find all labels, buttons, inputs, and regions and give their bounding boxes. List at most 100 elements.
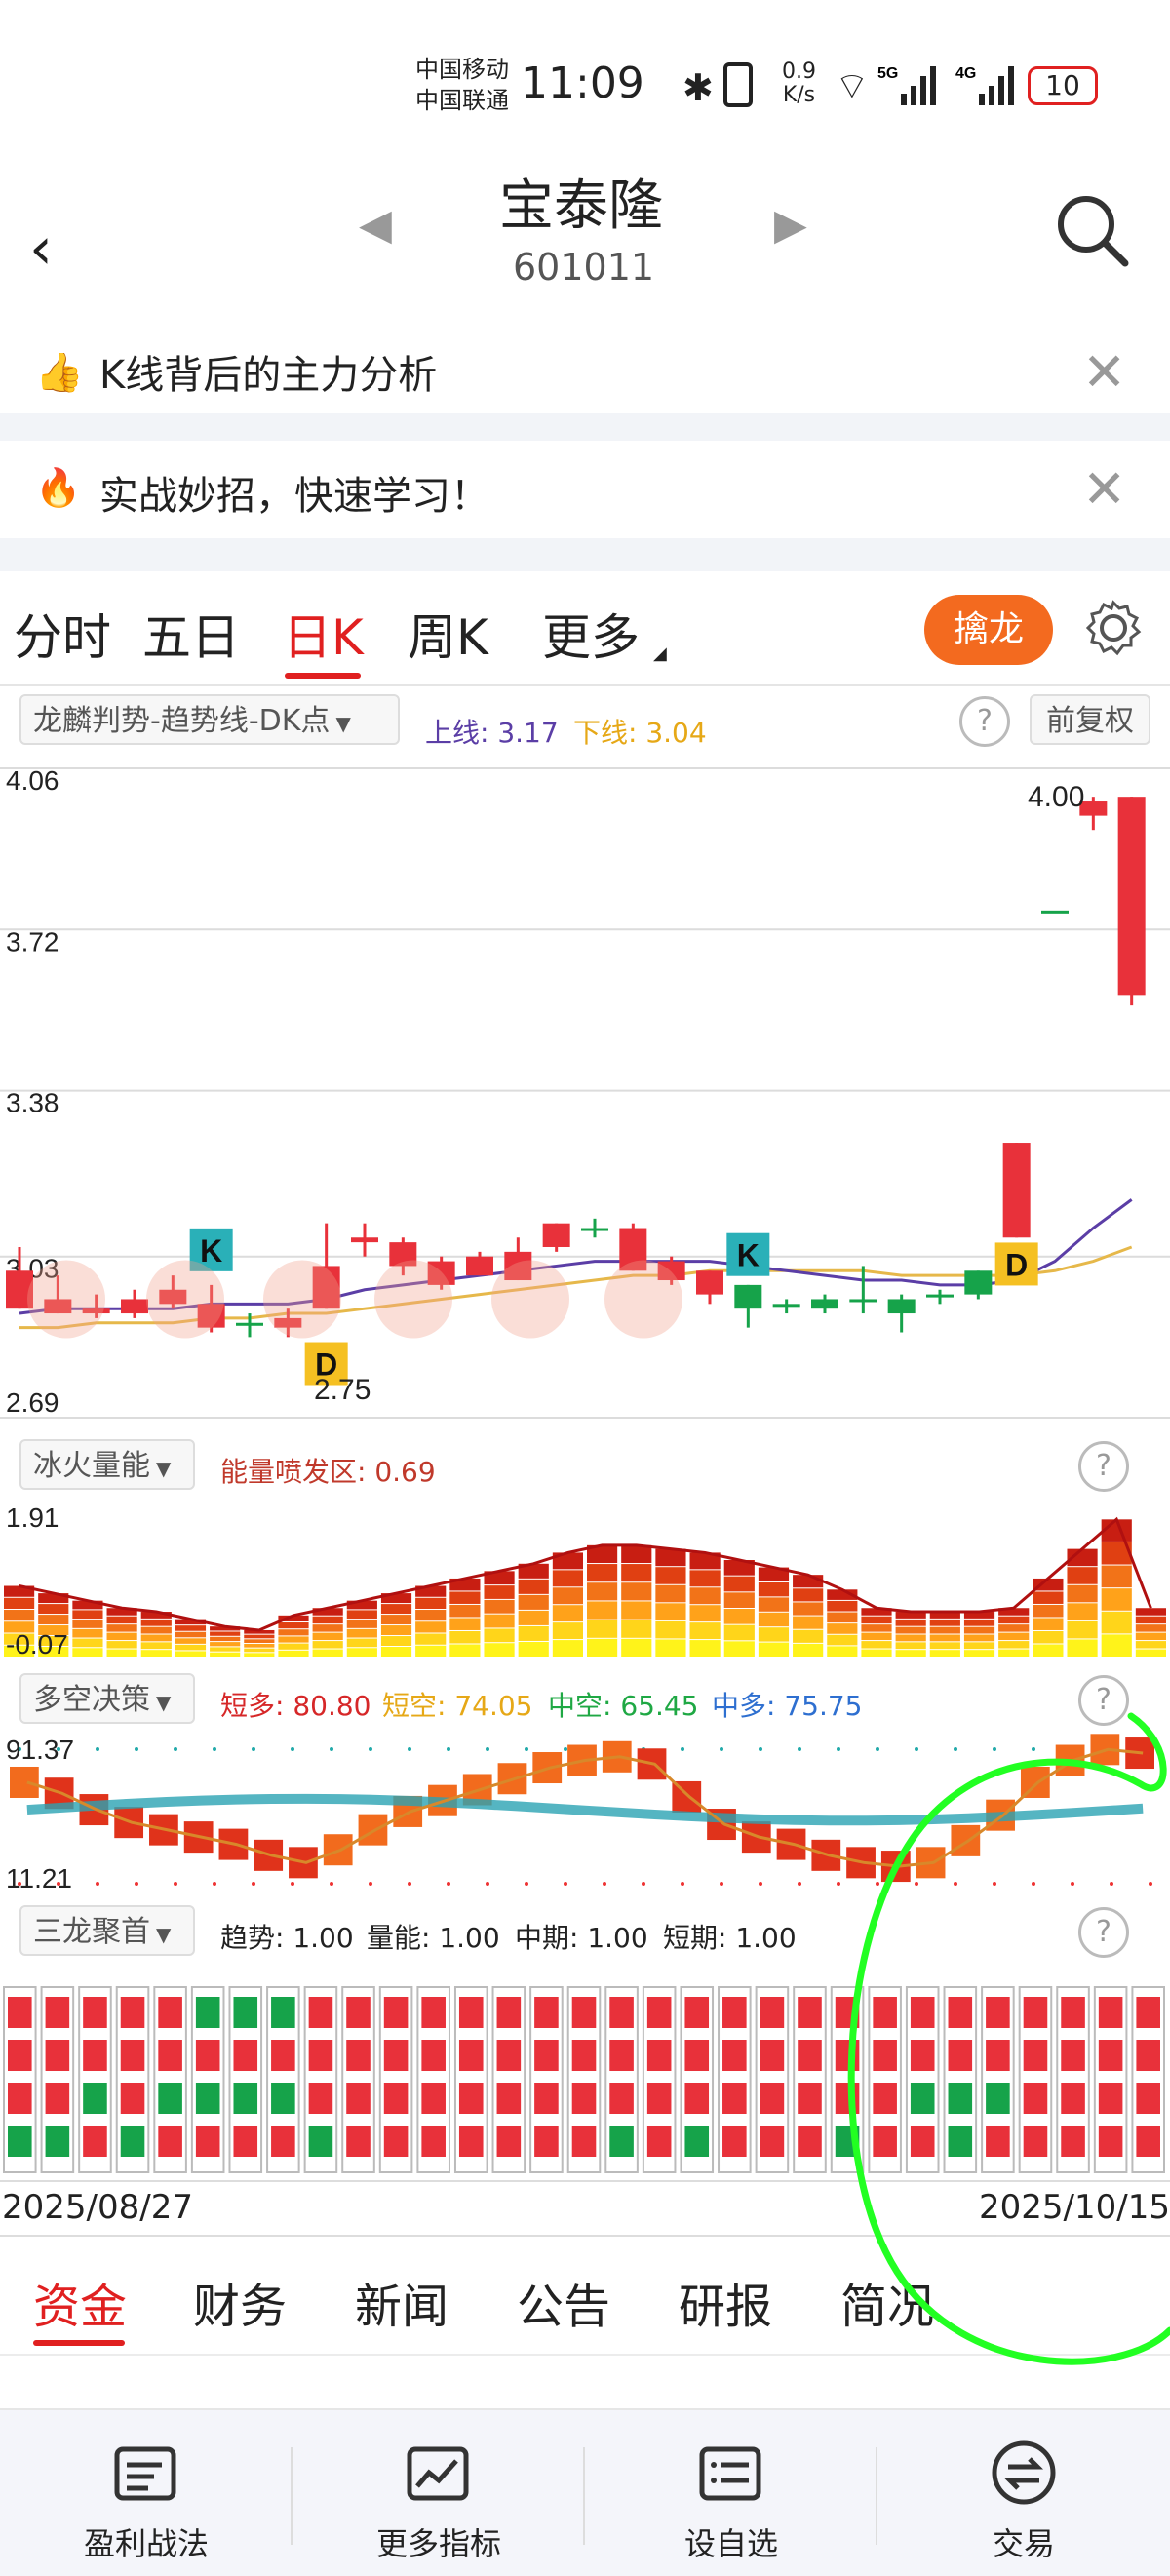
sanlong-cell xyxy=(308,2083,333,2114)
sanlong-short: 短期: 1.00 xyxy=(663,1922,797,1954)
tab-news[interactable]: 新闻 xyxy=(355,2268,448,2336)
help-icon-volume[interactable]: ? xyxy=(1078,1441,1129,1492)
sanlong-cell xyxy=(910,2126,935,2157)
back-icon[interactable]: ‹ xyxy=(29,215,53,283)
volume-bar xyxy=(244,1653,275,1657)
volume-bar xyxy=(793,1575,824,1588)
sanlong-grid[interactable] xyxy=(0,1964,1170,2178)
guide-dot xyxy=(681,1882,684,1886)
volume-bar xyxy=(587,1564,618,1582)
volume-indicator-select[interactable]: 冰火量能 ▼ xyxy=(20,1439,195,1490)
nav-indicators[interactable]: 更多指标 xyxy=(292,2418,585,2574)
guide-dot xyxy=(447,1747,450,1751)
volume-bar xyxy=(655,1620,686,1639)
guide-dot xyxy=(837,1747,840,1751)
banner-close-icon[interactable]: ✕ xyxy=(1082,353,1126,403)
guide-dot xyxy=(369,1747,372,1751)
sanlong-cell xyxy=(45,2083,70,2114)
volume-bar xyxy=(1101,1611,1132,1634)
net-speed-value: 0.9 xyxy=(782,59,816,84)
volume-indicator-label: 冰火量能 xyxy=(33,1449,150,1483)
guide-dot xyxy=(1071,1882,1074,1886)
search-icon[interactable] xyxy=(1053,191,1131,273)
settings-icon[interactable] xyxy=(1084,599,1143,661)
sanlong-cell xyxy=(1136,2126,1160,2157)
nav-strategy[interactable]: 盈利战法 xyxy=(0,2418,292,2574)
tab-capital[interactable]: 资金 xyxy=(33,2268,127,2336)
sanlong-cell xyxy=(571,1997,597,2028)
sanlong-cell xyxy=(873,2083,897,2114)
volume-bar xyxy=(415,1645,447,1657)
stock-code: 601011 xyxy=(513,246,655,289)
guide-dot xyxy=(525,1882,528,1886)
volume-bar xyxy=(1101,1634,1132,1657)
tab-announcement[interactable]: 公告 xyxy=(517,2268,610,2336)
more-dropdown-icon[interactable]: ◢ xyxy=(653,644,667,664)
tab-more[interactable]: 更多 xyxy=(542,599,640,669)
chart-nav-control xyxy=(146,1260,224,1339)
fire-icon: 🔥 xyxy=(35,466,82,509)
banner-1[interactable]: 👍 K线背后的主力分析 ✕ xyxy=(0,353,1170,413)
decision-short-short: 短空: 74.05 xyxy=(382,1690,533,1722)
sanlong-cell xyxy=(986,2083,1010,2114)
decision-indicator-select[interactable]: 多空决策 ▼ xyxy=(20,1673,195,1724)
nav-watchlist-label: 设自选 xyxy=(683,2525,778,2562)
sanlong-cell xyxy=(571,2040,597,2071)
sanlong-cell xyxy=(1023,1997,1048,2028)
volume-bar xyxy=(621,1601,652,1620)
adjust-button[interactable]: 前复权 xyxy=(1030,694,1150,745)
y-tick-label: 11.21 xyxy=(6,1863,72,1893)
help-icon-sanlong[interactable]: ? xyxy=(1078,1907,1129,1958)
help-icon-main[interactable]: ? xyxy=(959,696,1010,747)
guide-dot xyxy=(837,1882,840,1886)
banner-2[interactable]: 🔥 实战妙招，快速学习！ ✕ xyxy=(0,441,1170,538)
y-tick-label: 1.91 xyxy=(6,1503,59,1533)
help-icon-decision[interactable]: ? xyxy=(1078,1675,1129,1726)
guide-dot xyxy=(135,1747,138,1751)
tab-research[interactable]: 研报 xyxy=(679,2268,772,2336)
volume-bar xyxy=(449,1591,481,1604)
prev-stock-icon[interactable]: ◀ xyxy=(359,200,392,250)
candlestick-chart[interactable]: 4.063.723.383.032.69K KDD4.002.75 xyxy=(0,751,1170,1433)
qinlong-button[interactable]: 擒龙 xyxy=(924,595,1053,665)
next-stock-icon[interactable]: ▶ xyxy=(774,200,807,250)
volume-bar xyxy=(140,1650,172,1657)
volume-bar xyxy=(552,1605,583,1622)
nav-watchlist[interactable]: 设自选 xyxy=(585,2418,878,2574)
volume-bar xyxy=(518,1579,549,1594)
volume-chart[interactable]: 1.91 -0.07 xyxy=(0,1496,1170,1661)
date-end: 2025/10/15 xyxy=(979,2188,1170,2227)
tab-rik[interactable]: 日K xyxy=(283,599,364,669)
sanlong-cell xyxy=(1136,1997,1160,2028)
tab-zhouk[interactable]: 周K xyxy=(408,599,488,669)
guide-dot xyxy=(447,1882,450,1886)
nav-trade-label: 交易 xyxy=(992,2525,1055,2562)
volume-bar xyxy=(861,1632,892,1641)
sanlong-cell xyxy=(1098,2126,1123,2157)
status-bar: 中国移动 中国联通 11:09 ✱ 0.9 K/s ⌔ 5G 4G 10 xyxy=(0,0,1170,146)
sanlong-indicator-select[interactable]: 三龙聚首 ▼ xyxy=(20,1905,195,1956)
sanlong-cell xyxy=(760,2083,785,2114)
sanlong-cell xyxy=(534,1997,559,2028)
volume-bar xyxy=(140,1619,172,1626)
nav-trade[interactable]: 交易 xyxy=(878,2418,1170,2574)
volume-bar xyxy=(312,1649,343,1657)
decision-chart[interactable]: 91.37 11.21 xyxy=(0,1730,1170,1895)
tab-wuri[interactable]: 五日 xyxy=(142,599,240,669)
dropdown-icon: ▼ xyxy=(156,1691,172,1714)
banner-close-icon-2[interactable]: ✕ xyxy=(1082,458,1126,520)
volume-bar xyxy=(278,1650,309,1657)
sanlong-cell xyxy=(83,2040,107,2071)
sanlong-cell xyxy=(1136,2040,1160,2071)
tab-finance[interactable]: 财务 xyxy=(193,2268,287,2336)
tab-profile[interactable]: 简况 xyxy=(840,2268,934,2336)
volume-bar xyxy=(895,1626,926,1634)
candle-body xyxy=(121,1299,148,1314)
tab-fenshi[interactable]: 分时 xyxy=(14,599,111,669)
volume-bar xyxy=(346,1648,377,1657)
chart-nav-control xyxy=(27,1260,105,1339)
sanlong-cell xyxy=(346,2126,370,2157)
main-indicator-select[interactable]: 龙麟判势-趋势线-DK点 ▼ xyxy=(20,694,400,745)
volume-bar xyxy=(106,1641,137,1649)
volume-bar xyxy=(587,1620,618,1638)
